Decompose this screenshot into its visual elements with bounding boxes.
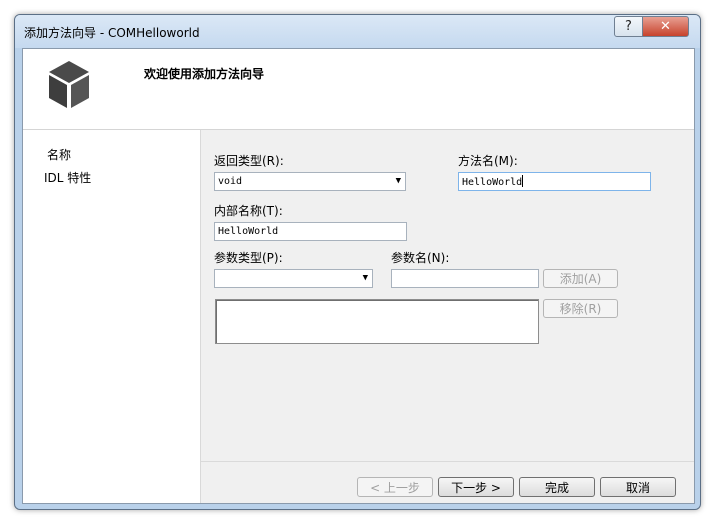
param-type-dropdown[interactable]: ▼ [214, 269, 373, 288]
dialog-client: 欢迎使用添加方法向导 名称 IDL 特性 返回类型(R): void ▼ 方法名… [22, 48, 695, 504]
param-name-label: 参数名(N): [391, 251, 450, 265]
title-bar[interactable]: 添加方法向导 - COMHelloworld ? ✕ [15, 15, 700, 48]
method-name-input[interactable]: HelloWorld [458, 172, 651, 191]
add-button[interactable]: 添加(A) [543, 269, 618, 288]
close-icon: ✕ [660, 19, 671, 34]
help-icon: ? [625, 19, 632, 34]
return-type-value: void [218, 176, 243, 187]
param-name-input[interactable] [391, 269, 539, 288]
previous-button[interactable]: < 上一步 [357, 477, 433, 497]
return-type-label: 返回类型(R): [214, 154, 284, 168]
header-panel: 欢迎使用添加方法向导 [23, 49, 694, 130]
next-button[interactable]: 下一步 > [438, 477, 514, 497]
cancel-button[interactable]: 取消 [600, 477, 676, 497]
dropdown-arrow-icon: ▼ [362, 273, 368, 283]
close-button[interactable]: ✕ [642, 16, 689, 37]
nav-item-idl-attributes[interactable]: IDL 特性 [44, 169, 91, 186]
return-type-dropdown[interactable]: void ▼ [214, 172, 406, 191]
text-caret [522, 175, 524, 187]
method-name-label: 方法名(M): [458, 154, 518, 168]
internal-name-value: HelloWorld [218, 226, 279, 237]
dropdown-arrow-icon: ▼ [395, 176, 401, 186]
nav-pane: 名称 IDL 特性 [23, 130, 201, 503]
window-title: 添加方法向导 - COMHelloworld [24, 26, 200, 40]
nav-item-name[interactable]: 名称 [47, 146, 71, 163]
parameter-list[interactable] [215, 299, 539, 344]
dialog-window: 添加方法向导 - COMHelloworld ? ✕ 欢迎使用添加方法向导 名称… [14, 14, 701, 510]
cube-logo-icon [49, 61, 89, 108]
footer-divider [201, 461, 694, 462]
finish-button[interactable]: 完成 [519, 477, 595, 497]
header-title: 欢迎使用添加方法向导 [144, 67, 265, 81]
help-button[interactable]: ? [614, 16, 643, 37]
method-name-value: HelloWorld [462, 177, 523, 188]
param-type-label: 参数类型(P): [214, 251, 283, 265]
internal-name-input[interactable]: HelloWorld [214, 222, 407, 241]
internal-name-label: 内部名称(T): [214, 204, 283, 218]
remove-button[interactable]: 移除(R) [543, 299, 618, 318]
